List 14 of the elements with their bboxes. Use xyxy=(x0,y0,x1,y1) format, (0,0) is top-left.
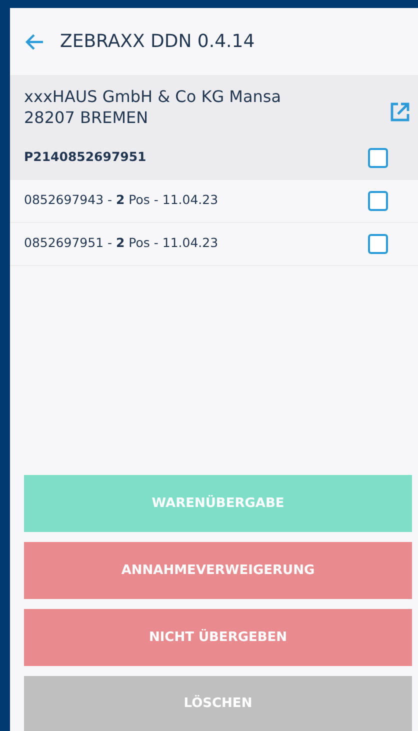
checkbox[interactable] xyxy=(368,190,388,211)
action-button[interactable]: NICHT ÜBERGEBEN xyxy=(24,609,412,666)
group-label: P2140852697951 xyxy=(24,148,146,166)
external-link-icon[interactable] xyxy=(390,102,410,122)
action-button[interactable]: ANNAHMEVERWEIGERUNG xyxy=(24,542,412,599)
action-button[interactable]: WARENÜBERGABE xyxy=(24,475,412,532)
back-icon[interactable] xyxy=(24,32,44,50)
checkbox[interactable] xyxy=(368,234,388,254)
app-title: ZEBRAXX DDN 0.4.14 xyxy=(60,30,255,54)
customer-address: xxxHAUS GmbH & Co KG Mansa 28207 BREMEN xyxy=(24,87,282,129)
action-button[interactable]: LÖSCHEN xyxy=(24,676,412,731)
delivery-entry: 0852697943 - 2 Pos - 11.04.23 xyxy=(24,191,218,210)
checkbox[interactable] xyxy=(368,148,388,168)
delivery-entry: 0852697951 - 2 Pos - 11.04.23 xyxy=(24,234,218,252)
